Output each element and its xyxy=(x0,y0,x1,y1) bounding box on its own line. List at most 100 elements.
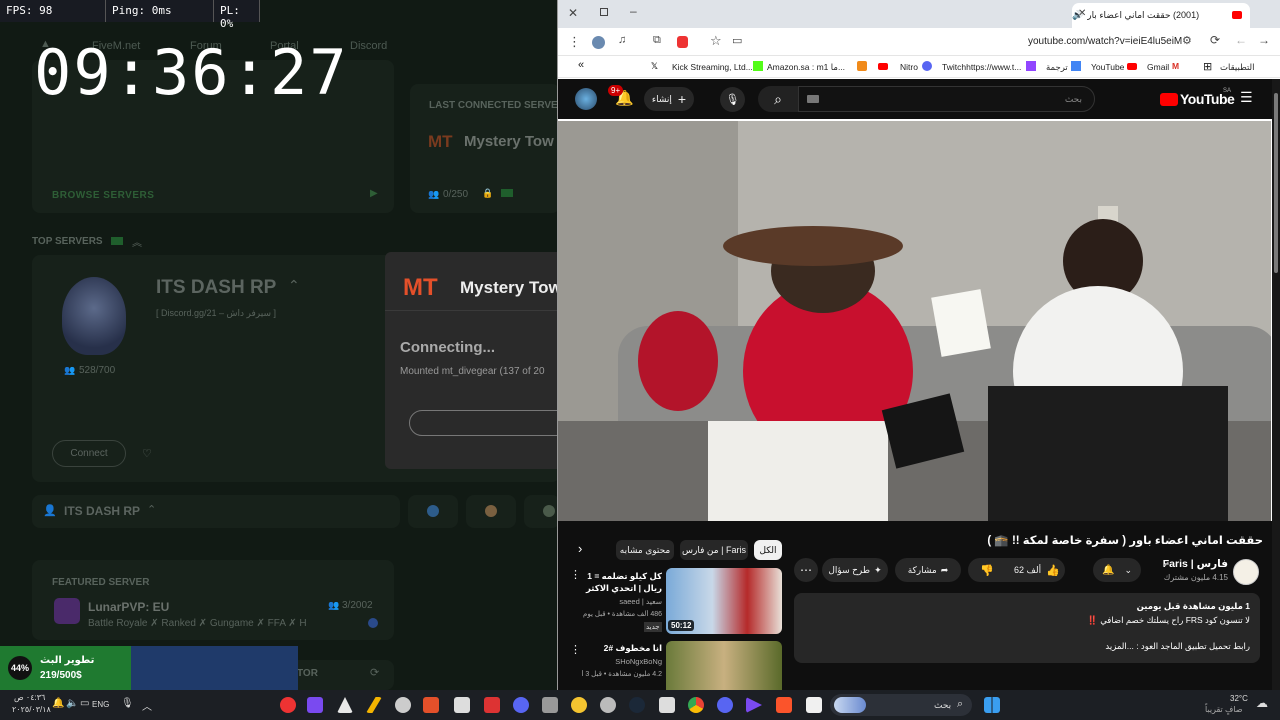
share-button[interactable]: مشاركة ➦ xyxy=(895,558,961,582)
app-icon-play[interactable] xyxy=(746,697,762,713)
rec-menu-icon[interactable]: ⋮ xyxy=(570,643,581,656)
channel-avatar[interactable] xyxy=(1233,559,1259,585)
server-tile[interactable] xyxy=(408,495,458,528)
like-button[interactable]: 👍 xyxy=(1046,564,1060,577)
mic-button[interactable]: 🎙 xyxy=(720,87,745,112)
menu-dots-icon[interactable]: ⋮ xyxy=(568,34,581,50)
maximize-icon[interactable] xyxy=(600,8,608,16)
bookmark-amazon[interactable]: Amazon.sa : m1 ما... xyxy=(767,62,845,73)
weather-temp[interactable]: 32°C xyxy=(1230,694,1248,703)
keyboard-icon[interactable] xyxy=(807,95,819,103)
create-button[interactable]: إنشاء + xyxy=(644,87,694,111)
clock-date[interactable]: ٢٠٢٥/٠٣/١٨ xyxy=(12,705,51,714)
notification-icon[interactable]: 🔔 xyxy=(52,698,64,709)
chip-related[interactable]: محتوى مشابه xyxy=(616,540,674,560)
search-button[interactable]: ⌕ xyxy=(758,86,798,112)
scrollbar-thumb[interactable] xyxy=(1274,93,1278,273)
dislike-button[interactable]: 👎 xyxy=(980,564,994,577)
mic-icon[interactable]: 🎙 xyxy=(121,698,134,709)
account-avatar[interactable] xyxy=(575,88,597,110)
bookmarks-overflow-icon[interactable]: « xyxy=(578,59,584,71)
description-box[interactable]: 1 مليون مشاهدة قبل يومين لا تنسون كود FR… xyxy=(794,593,1260,663)
app-icon-emoji[interactable] xyxy=(571,697,587,713)
refresh-icon[interactable]: ⟳ xyxy=(370,666,379,679)
players-icon: 👥 xyxy=(328,600,340,610)
weather-desc[interactable]: صافٍ تقريباً xyxy=(1205,705,1243,714)
forward-icon[interactable]: ← xyxy=(1235,33,1247,47)
app-icon-explorer[interactable] xyxy=(806,697,822,713)
app-icon-brave[interactable] xyxy=(776,697,792,713)
app-icon-settings[interactable] xyxy=(395,697,411,713)
reload-icon[interactable]: ⟳ xyxy=(1210,33,1220,47)
subscribed-button[interactable]: 🔔 ⌄ xyxy=(1093,558,1141,582)
page-scrollbar[interactable] xyxy=(1272,79,1280,690)
app-icon-mail[interactable] xyxy=(659,697,675,713)
profile-avatar[interactable] xyxy=(592,36,605,49)
featured-card[interactable]: FEATURED SERVER LunarPVP: EU Battle Roya… xyxy=(32,560,394,640)
server-tile[interactable] xyxy=(466,495,516,528)
chevron-up-icon[interactable]: ︽ xyxy=(132,234,142,249)
language-indicator[interactable]: ENG xyxy=(92,700,109,709)
app-icon-mt[interactable] xyxy=(423,697,439,713)
bookmark-kick[interactable]: Kick Streaming, Ltd.... xyxy=(672,62,755,72)
app-icon-discord[interactable] xyxy=(513,697,529,713)
recommended-video[interactable]: 50:12 كل كيلو تضلمه = 1 ريال | اتحدي الا… xyxy=(568,568,784,636)
hamburger-menu-icon[interactable]: ☰ xyxy=(1240,89,1253,106)
last-connected-card[interactable]: LAST CONNECTED SERVER MT Mystery Tow 👥 0… xyxy=(410,84,560,213)
bookmark-translate[interactable]: ترجمة xyxy=(1046,62,1068,73)
app-icon-cube[interactable] xyxy=(542,697,558,713)
apps-grid-icon[interactable]: ⊞ xyxy=(1203,60,1212,73)
server-tile-icon xyxy=(427,505,439,517)
bookmark-twitch[interactable]: Twitchhttps://www.t... xyxy=(942,62,1021,72)
browser-window: ✕ – + (2001) حققت اماني اعضاء بار 🔊 ✕ ⋮ … xyxy=(557,0,1280,690)
app-icon-red-square[interactable] xyxy=(484,697,500,713)
extensions-icon[interactable]: ⧉ xyxy=(653,34,661,47)
heart-icon[interactable]: ♡ xyxy=(142,447,152,460)
media-icon[interactable]: ♫ xyxy=(618,34,626,46)
server-tile[interactable] xyxy=(524,495,560,528)
star-icon[interactable]: ☆ xyxy=(710,33,722,49)
bookmark-gmail[interactable]: Gmail xyxy=(1147,62,1169,72)
chip-all[interactable]: الكل xyxy=(754,540,782,560)
app-icon-grid[interactable] xyxy=(307,697,323,713)
tray-chevron-icon[interactable]: ︿ xyxy=(142,698,152,713)
volume-icon[interactable]: 🔈 xyxy=(66,698,78,709)
bookmark-youtube[interactable]: YouTube xyxy=(1091,62,1124,72)
nav-discord[interactable]: Discord xyxy=(350,40,387,52)
chevron-right-icon[interactable]: › xyxy=(578,541,582,556)
app-icon-yellow[interactable] xyxy=(366,697,382,713)
channel-name[interactable]: فارس | Faris xyxy=(1143,558,1228,570)
like-dislike-group: 👎 62 ألف 👍 xyxy=(968,558,1065,582)
cast-icon[interactable]: ▭ xyxy=(732,34,742,47)
bookmark-nitro[interactable]: Nitro xyxy=(900,62,918,72)
app-icon-fivem[interactable] xyxy=(337,697,353,713)
close-tab-icon[interactable]: ✕ xyxy=(1078,8,1086,19)
app-icon-mix[interactable] xyxy=(454,697,470,713)
app-icon-discord-2[interactable] xyxy=(717,697,733,713)
minimize-icon[interactable]: – xyxy=(630,4,637,18)
more-actions-button[interactable]: ⋯ xyxy=(794,558,818,582)
back-icon[interactable]: → xyxy=(1258,33,1270,47)
network-icon[interactable]: ▭ xyxy=(80,698,89,709)
search-input[interactable]: بحث xyxy=(798,86,1095,112)
clock-time[interactable]: ٠٤:٣٦ ص xyxy=(14,693,45,702)
url-text[interactable]: youtube.com/watch?v=ieiE4lu5eiM xyxy=(1028,36,1182,47)
bookmark-apps[interactable]: التطبيقات xyxy=(1220,62,1255,73)
video-player[interactable] xyxy=(558,121,1271,521)
app-icon-steam[interactable] xyxy=(629,697,645,713)
taskbar-search[interactable]: بحث ⌕ xyxy=(830,694,972,716)
connect-button[interactable]: Connect xyxy=(52,440,126,467)
app-icon-chrome[interactable] xyxy=(688,697,704,713)
windows-start-icon[interactable] xyxy=(984,697,1000,713)
recommended-video[interactable]: انا مخطوف #2 SHoNgxBoNg 4.2 مليون مشاهدة… xyxy=(568,639,784,690)
app-icon-chrome-alt[interactable] xyxy=(600,697,616,713)
rec-menu-icon[interactable]: ⋮ xyxy=(570,568,581,581)
close-window-icon[interactable]: ✕ xyxy=(568,6,578,20)
site-settings-icon[interactable]: ⚙ xyxy=(1182,34,1192,47)
adblock-icon[interactable] xyxy=(677,36,688,48)
chip-from-channel[interactable]: من فارس | Faris xyxy=(680,540,748,560)
app-icon-red[interactable] xyxy=(280,697,296,713)
server-row[interactable]: 👤 ITS DASH RP ⌃ xyxy=(32,495,400,528)
tab-youtube[interactable]: (2001) حققت اماني اعضاء بار 🔊 ✕ xyxy=(1072,3,1250,28)
ask-button[interactable]: طرح سؤال ✦ xyxy=(822,558,888,582)
